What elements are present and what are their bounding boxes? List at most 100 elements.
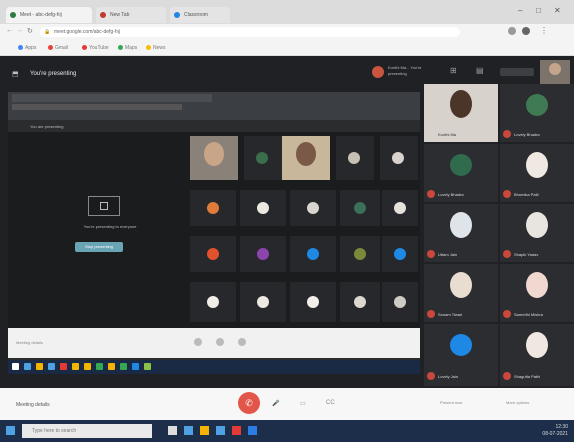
participant-tile: Sonam Tiwari [424,264,498,322]
participant-tile [290,236,336,272]
participant-avatar [526,152,548,178]
presenting-title: You're presenting [30,71,77,77]
participant-tile: Lovely Bhadra [424,144,498,202]
participant-tile [336,136,374,180]
task-view-icon[interactable] [168,426,177,435]
participant-tile: Uttam Jain [424,204,498,262]
participant-name: Kunthi Ma [438,132,457,137]
participant-name: Bhumika Patil [514,192,539,197]
url-field[interactable]: 🔒 meet.google.com/abc-defg-hij [40,27,460,37]
participant-avatar [256,152,268,164]
presenter-badge: Kunthi Ma... You're presenting [372,64,432,80]
participant-tile [190,282,236,322]
participant-name: Sonam Tiwari [438,312,463,317]
participant-avatar [450,272,472,298]
participant-tile [340,236,380,272]
browser-tab[interactable]: Classroom [170,7,230,23]
mail-icon[interactable] [248,426,257,435]
participant-tile-pinned: Kunthi Ma [424,84,498,142]
participant-avatar [526,332,548,358]
muted-mic-icon [503,372,511,380]
participant-name: Shapik Yadav [514,252,539,257]
reload-icon[interactable]: ↻ [27,27,33,35]
participant-name: Lovely Bhadra [514,132,540,137]
participant-face [204,142,224,166]
participant-face [549,63,561,75]
shared-taskbar [8,360,420,374]
muted-mic-icon [427,310,435,318]
menu-icon[interactable]: ⋮ [540,26,548,35]
tab-favicon-icon [100,12,106,18]
participant-avatar [348,152,360,164]
participant-tile [382,190,418,226]
bookmark-item[interactable]: News [146,45,166,51]
presenter-avatar [372,66,384,78]
chrome-icon[interactable] [232,426,241,435]
stop-presenting-button[interactable]: Stop presenting [75,242,123,252]
browser-tab[interactable]: Meet - abc-defg-hij [6,7,92,23]
participant-tile [190,236,236,272]
participant-tile: Shagufta Pathi [500,324,574,386]
store-icon[interactable] [216,426,225,435]
more-options-button[interactable]: More options [506,400,529,405]
profile-avatar-icon[interactable] [522,27,530,35]
muted-mic-icon [503,130,511,138]
participant-tile [340,282,380,322]
fullscreen-button[interactable] [500,68,534,76]
participant-name: Samridhi Mishra [514,312,543,317]
layout-icon[interactable]: ▤ [476,66,484,75]
tab-favicon-icon [174,12,180,18]
meeting-details-button[interactable]: Meeting details [16,402,50,408]
edge-icon[interactable] [184,426,193,435]
minimize-icon[interactable]: – [518,6,522,15]
maximize-icon[interactable]: □ [536,6,541,15]
tab-label: Classroom [184,12,208,18]
meet-controls-bar [0,388,574,420]
participant-tile [190,190,236,226]
hangup-button[interactable]: ✆ [238,392,260,414]
bookmark-item[interactable]: Gmail [48,45,68,51]
taskbar-search-input[interactable]: Type here to search [22,424,152,438]
participant-tile [190,136,238,180]
muted-mic-icon [503,190,511,198]
participant-name: Lovely Jain [438,374,459,379]
participant-tile [380,136,418,180]
participant-tile [382,282,418,322]
browser-tab[interactable]: New Tab [96,7,166,23]
clock-date: 08-07-2021 [542,431,568,437]
captions-button[interactable]: CC [326,400,335,406]
participant-tile [290,190,336,226]
participant-avatar [450,334,472,356]
camera-button[interactable]: ▭ [300,400,306,407]
taskbar-clock[interactable]: 12:30 08-07-2021 [520,424,568,438]
pin-icon[interactable]: ⊞ [450,66,457,75]
windows-start-icon[interactable] [6,426,15,435]
forward-icon[interactable]: → [16,27,23,34]
presenter-note: Kunthi Ma... You're presenting [388,65,422,76]
bookmark-item[interactable]: Apps [18,45,36,51]
meet-favicon-icon [10,12,16,18]
participant-tile: Lovely Jain [424,324,498,386]
close-icon[interactable]: ✕ [554,6,561,15]
participant-avatar [450,212,472,238]
muted-mic-icon [427,190,435,198]
present-now-button[interactable]: Present now [440,400,462,405]
participant-tile: Bhumika Patil [500,144,574,202]
back-icon[interactable]: ← [6,27,13,34]
bookmark-item[interactable]: YouTube [82,45,109,51]
muted-mic-icon [503,310,511,318]
present-label: You're presenting to everyone [83,224,137,229]
participant-name: Uttam Jain [438,252,458,257]
participant-tile: Shapik Yadav [500,204,574,262]
bookmark-item[interactable]: Maps [118,45,137,51]
participant-tile [240,190,286,226]
participant-avatar [450,154,472,176]
mic-button[interactable]: 🎤 [272,400,279,407]
participant-tile [340,190,380,226]
shared-meet-controls: Meeting details [8,328,420,358]
extension-icon[interactable] [508,27,516,35]
participant-tile [282,136,330,180]
participant-face [450,90,472,118]
file-explorer-icon[interactable] [200,426,209,435]
participant-tile [240,236,286,272]
